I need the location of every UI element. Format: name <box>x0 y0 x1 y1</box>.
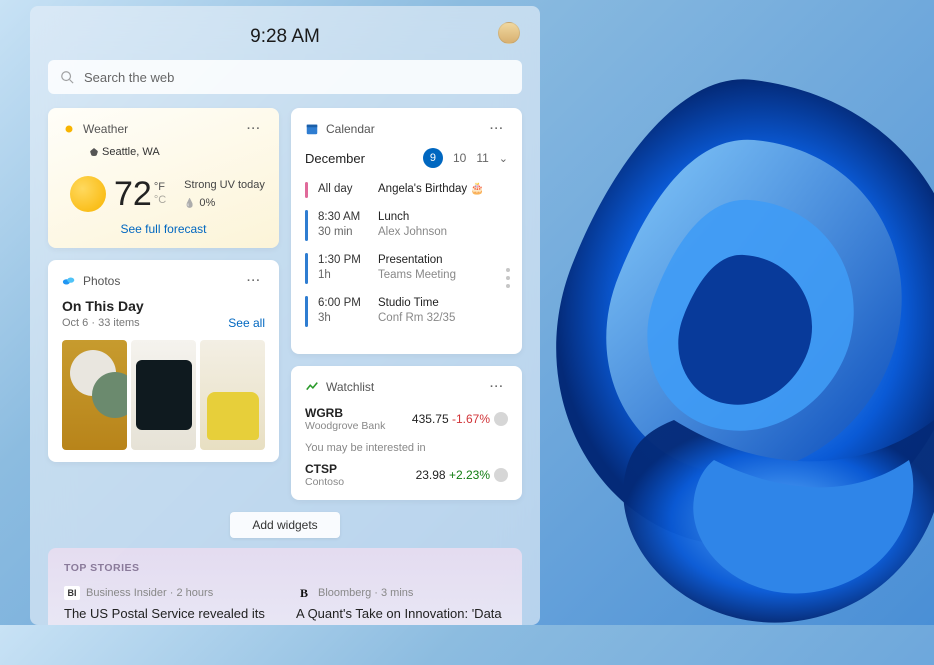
weather-title: Weather <box>83 122 128 136</box>
watchlist-note: You may be interested in <box>305 442 508 454</box>
weather-precip: 0% <box>184 197 265 209</box>
photos-see-all-link[interactable]: See all <box>228 316 265 330</box>
calendar-day[interactable]: 11 <box>476 151 488 165</box>
watchlist-row[interactable]: WGRB Woodgrove Bank 435.75 -1.67% <box>305 406 508 432</box>
news-headline: A Quant's Take on Innovation: 'Data Can … <box>296 605 506 625</box>
weather-location: Seattle, WA <box>90 146 265 158</box>
add-widgets-button[interactable]: Add widgets <box>230 512 340 538</box>
watchlist-more-button[interactable]: ··· <box>486 376 508 398</box>
search-bar[interactable]: Search the web <box>48 60 522 94</box>
calendar-day[interactable]: 10 <box>453 151 466 165</box>
weather-icon <box>62 122 76 136</box>
clock: 9:28 AM <box>250 26 320 48</box>
photos-title: Photos <box>83 274 120 288</box>
user-avatar[interactable] <box>498 22 520 44</box>
photo-thumbnail[interactable] <box>200 340 265 450</box>
news-source: Business Insider · 2 hours <box>86 586 213 601</box>
event-color-bar <box>305 210 308 241</box>
calendar-events: All day Angela's Birthday 🎂 8:30 AM30 mi… <box>305 182 508 327</box>
calendar-event[interactable]: 1:30 PM1h PresentationTeams Meeting <box>305 253 508 284</box>
photos-meta: Oct 6 · 33 items <box>62 317 140 329</box>
calendar-month: December <box>305 151 365 166</box>
photo-thumbnail[interactable] <box>131 340 196 450</box>
calendar-event[interactable]: All day Angela's Birthday 🎂 <box>305 182 508 198</box>
news-header: TOP STORIES <box>64 562 506 574</box>
news-source-badge: BI <box>64 586 80 600</box>
news-source-badge: B <box>296 586 312 600</box>
event-color-bar <box>305 182 308 198</box>
calendar-day-selected[interactable]: 9 <box>423 148 443 168</box>
sun-icon <box>70 176 106 212</box>
weather-temp: 72 <box>114 177 152 211</box>
search-placeholder: Search the web <box>84 70 174 85</box>
watchlist-row[interactable]: CTSP Contoso 23.98 +2.23% <box>305 462 508 488</box>
news-source: Bloomberg · 3 mins <box>318 586 413 601</box>
watchlist-icon <box>305 380 319 394</box>
photo-thumbnail[interactable] <box>62 340 127 450</box>
change-badge-icon <box>494 468 508 482</box>
desktop-wallpaper <box>494 40 934 660</box>
chevron-down-icon[interactable]: ⌄ <box>499 152 508 165</box>
news-section: TOP STORIES BI Business Insider · 2 hour… <box>48 548 522 625</box>
calendar-event[interactable]: 8:30 AM30 min LunchAlex Johnson <box>305 210 508 241</box>
photos-heading: On This Day <box>62 298 265 314</box>
watchlist-widget[interactable]: Watchlist ··· WGRB Woodgrove Bank 435.75… <box>291 366 522 500</box>
news-item[interactable]: B Bloomberg · 3 mins A Quant's Take on I… <box>296 586 506 625</box>
photos-more-button[interactable]: ··· <box>243 270 265 292</box>
change-badge-icon <box>494 412 508 426</box>
calendar-more-button[interactable]: ··· <box>486 118 508 140</box>
news-headline: The US Postal Service revealed its first… <box>64 605 274 625</box>
photos-icon <box>62 274 76 288</box>
calendar-icon <box>305 122 319 136</box>
weather-units: °F °C <box>154 181 166 207</box>
forecast-link[interactable]: See full forecast <box>62 222 265 236</box>
calendar-widget[interactable]: Calendar ··· December 9 10 11 ⌄ <box>291 108 522 354</box>
weather-widget[interactable]: Weather ··· Seattle, WA 72 °F °C <box>48 108 279 248</box>
news-item[interactable]: BI Business Insider · 2 hours The US Pos… <box>64 586 274 625</box>
event-color-bar <box>305 253 308 284</box>
event-color-bar <box>305 296 308 327</box>
watchlist-title: Watchlist <box>326 380 374 394</box>
photo-strip <box>62 340 265 450</box>
scroll-indicator <box>506 268 510 288</box>
photos-widget[interactable]: Photos ··· On This Day Oct 6 · 33 items … <box>48 260 279 462</box>
weather-more-button[interactable]: ··· <box>243 118 265 140</box>
calendar-event[interactable]: 6:00 PM3h Studio TimeConf Rm 32/35 <box>305 296 508 327</box>
widgets-panel: 9:28 AM Search the web Weather ··· Seatt… <box>30 6 540 625</box>
calendar-title: Calendar <box>326 122 375 136</box>
weather-condition: Strong UV today <box>184 179 265 191</box>
search-icon <box>60 70 74 84</box>
